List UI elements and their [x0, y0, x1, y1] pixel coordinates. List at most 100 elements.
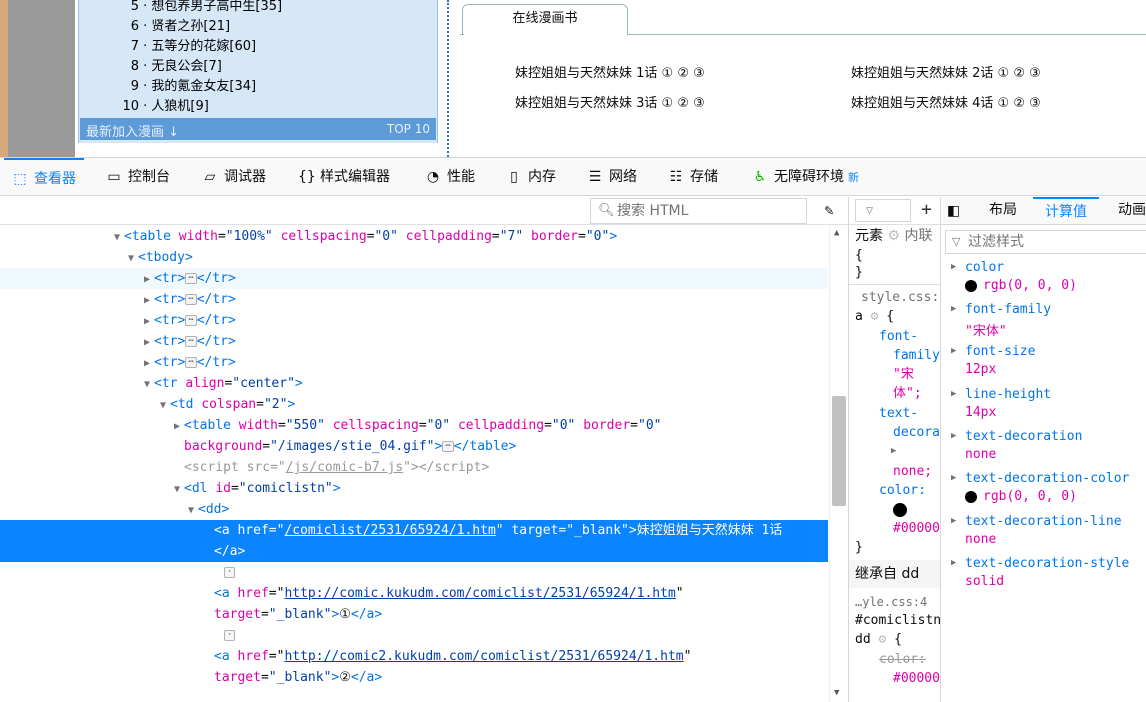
markup-node[interactable]: ▼ <td colspan="2"> — [0, 394, 828, 415]
computed-property[interactable]: ▶ font-family "宋体" — [951, 302, 1141, 342]
rule-value[interactable]: 体"; — [893, 384, 922, 403]
tab-layout[interactable]: 布局 — [989, 197, 1017, 225]
ranking-item[interactable]: 8 · 无良公会[7] — [79, 55, 379, 75]
markup-node[interactable]: ▼ <dl id="comiclistn"> — [0, 478, 828, 499]
expand-arrow-icon[interactable]: ▼ — [156, 395, 170, 416]
expand-arrow-icon[interactable]: ▶ — [951, 516, 956, 526]
expand-arrow-icon[interactable]: ▶ — [951, 262, 956, 272]
toggle-pane-icon[interactable]: ◧ — [947, 197, 960, 225]
whitespace-node[interactable]: · — [0, 562, 828, 583]
expand-arrow-icon[interactable]: ▶ — [891, 442, 896, 461]
expand-arrow-icon[interactable]: ▶ — [951, 346, 956, 356]
episode-link[interactable]: 妹控姐姐与天然妹妹 1话 ① ② ③ — [515, 62, 705, 81]
collapse-arrow-icon[interactable]: ▶ — [140, 269, 154, 290]
tab-storage[interactable]: ☷ 存储 — [668, 158, 718, 196]
ranking-item[interactable]: 7 · 五等分的花嫁[60] — [79, 35, 379, 55]
expand-arrow-icon[interactable]: ▼ — [110, 227, 124, 248]
tab-online-comics[interactable]: 在线漫画书 — [462, 4, 628, 35]
collapse-arrow-icon[interactable]: ▶ — [140, 332, 154, 353]
ellipsis-icon[interactable]: ⋯ — [185, 273, 197, 284]
rule-property-overridden[interactable]: color: — [879, 650, 926, 669]
computed-property[interactable]: ▶ text-decoration none — [951, 429, 1141, 469]
computed-property[interactable]: ▶ color rgb(0, 0, 0) — [951, 260, 1141, 300]
scroll-down-icon[interactable]: ▼ — [834, 688, 839, 698]
gear-icon[interactable]: ⚙ — [887, 228, 900, 244]
episode-link[interactable]: 妹控姐姐与天然妹妹 2话 ① ② ③ — [851, 62, 1041, 81]
tab-console[interactable]: ▭ 控制台 — [106, 158, 170, 196]
expand-arrow-icon[interactable]: ▼ — [184, 500, 198, 521]
color-swatch-icon[interactable] — [965, 490, 977, 503]
tab-animations[interactable]: 动画 — [1118, 197, 1146, 225]
rule-source-link[interactable]: style.css: — [861, 288, 939, 307]
add-rule-icon[interactable]: + — [921, 199, 932, 220]
markup-node-selected[interactable]: <a href="/comiclist/2531/65924/1.htm" ta… — [0, 520, 828, 541]
markup-scrollbar[interactable]: ▲ ▼ — [829, 226, 848, 702]
tab-computed[interactable]: 计算值 — [1033, 197, 1099, 225]
gear-icon[interactable]: ⚙ — [871, 309, 879, 324]
expand-arrow-icon[interactable]: ▶ — [951, 304, 956, 314]
ranking-item[interactable]: 6 · 贤者之孙[21] — [79, 15, 379, 35]
markup-node[interactable]: <script src="/js/comic-b7.js"></script> — [0, 457, 828, 478]
ellipsis-icon[interactable]: ⋯ — [185, 315, 197, 326]
markup-node[interactable]: ▶ <tr> ⋯ </tr> — [0, 268, 828, 289]
tab-network[interactable]: ☰ 网络 — [587, 158, 637, 196]
expand-arrow-icon[interactable]: ▼ — [124, 248, 138, 269]
tab-memory[interactable]: ▯ 内存 — [506, 158, 556, 196]
expand-arrow-icon[interactable]: ▶ — [951, 473, 956, 483]
markup-node-cont[interactable]: target="_blank">②</a> — [0, 667, 828, 688]
rule-property[interactable]: decora — [893, 423, 940, 442]
markup-node[interactable]: ▼ <table width="100%" cellspacing="0" cel… — [0, 226, 828, 247]
ranking-item[interactable]: 10 · 人狼机[9] — [79, 95, 379, 115]
markup-node[interactable]: ▼ <dd> — [0, 499, 828, 520]
markup-node[interactable]: ▶ <table width="550" cellspacing="0" cell… — [0, 415, 828, 436]
markup-node[interactable]: ▶ <tr> ⋯ </tr> — [0, 331, 828, 352]
markup-node-cont[interactable]: target="_blank">①</a> — [0, 604, 828, 625]
computed-property[interactable]: ▶ text-decoration-color rgb(0, 0, 0) — [951, 471, 1141, 511]
rule-value[interactable]: "宋 — [893, 365, 914, 384]
computed-property[interactable]: ▶ text-decoration-style solid — [951, 556, 1141, 596]
markup-node[interactable]: ▶ <tr> ⋯ </tr> — [0, 289, 828, 310]
computed-property[interactable]: ▶ text-decoration-line none — [951, 514, 1141, 554]
expand-arrow-icon[interactable]: ▼ — [170, 479, 184, 500]
ellipsis-icon[interactable]: ⋯ — [185, 294, 197, 305]
markup-node[interactable]: ▼ <tbody> — [0, 247, 828, 268]
search-html-input[interactable]: 🔍︎ 搜索 HTML — [590, 198, 807, 224]
tab-performance[interactable]: ◔ 性能 — [425, 158, 475, 196]
collapse-arrow-icon[interactable]: ▶ — [140, 311, 154, 332]
markup-node-cont[interactable]: background="/images/stie_04.gif"> ⋯ </tabl… — [0, 436, 828, 457]
tab-debugger[interactable]: ▱ 调试器 — [202, 158, 266, 196]
ranking-item[interactable]: 5 · 想包养男子高中生[35] — [79, 0, 379, 15]
computed-property[interactable]: ▶ line-height 14px — [951, 387, 1141, 427]
markup-node-selected-close[interactable]: </a> — [0, 541, 828, 562]
rule-property[interactable]: text- — [879, 404, 918, 423]
computed-property[interactable]: ▶ font-size 12px — [951, 344, 1141, 384]
rule-value[interactable]: #00000 — [893, 519, 940, 538]
latest-comics-label[interactable]: 最新加入漫画 ↓ — [86, 121, 179, 140]
tab-inspector[interactable]: ⬚ 查看器 — [4, 158, 84, 196]
color-swatch-icon[interactable] — [893, 500, 913, 519]
ranking-item[interactable]: 9 · 我的氪金女友[34] — [79, 75, 379, 95]
scroll-up-icon[interactable]: ▲ — [834, 228, 839, 238]
tab-style-editor[interactable]: {} 样式编辑器 — [298, 158, 390, 196]
rule-value[interactable]: #00000 — [893, 669, 940, 688]
episode-link[interactable]: 妹控姐姐与天然妹妹 3话 ① ② ③ — [515, 92, 705, 111]
markup-node[interactable]: ▼ <tr align="center"> — [0, 373, 828, 394]
collapse-arrow-icon[interactable]: ▶ — [140, 353, 154, 374]
ellipsis-icon[interactable]: ⋯ — [185, 336, 197, 347]
markup-node[interactable]: <a href="http://comic.kukudm.com/comicli… — [0, 583, 828, 604]
expand-arrow-icon[interactable]: ▶ — [951, 431, 956, 441]
rule-property[interactable]: family — [893, 346, 940, 365]
ellipsis-icon[interactable]: ⋯ — [185, 357, 197, 368]
scrollbar-thumb[interactable] — [832, 396, 846, 506]
rule-value[interactable]: none; — [893, 462, 932, 481]
color-swatch-icon[interactable] — [965, 279, 977, 292]
whitespace-node[interactable]: · — [0, 625, 828, 646]
collapse-arrow-icon[interactable]: ▶ — [140, 290, 154, 311]
filter-styles-input[interactable]: ▽ 过滤样式 — [945, 230, 1146, 254]
rule-property[interactable]: color: — [879, 481, 926, 500]
markup-node[interactable]: <a href="http://comic2.kukudm.com/comicl… — [0, 646, 828, 667]
markup-node[interactable]: ▶ <tr> ⋯ </tr> — [0, 352, 828, 373]
collapse-arrow-icon[interactable]: ▶ — [170, 416, 184, 437]
rules-filter-input[interactable]: ▽ — [855, 199, 911, 222]
episode-link[interactable]: 妹控姐姐与天然妹妹 4话 ① ② ③ — [851, 92, 1041, 111]
